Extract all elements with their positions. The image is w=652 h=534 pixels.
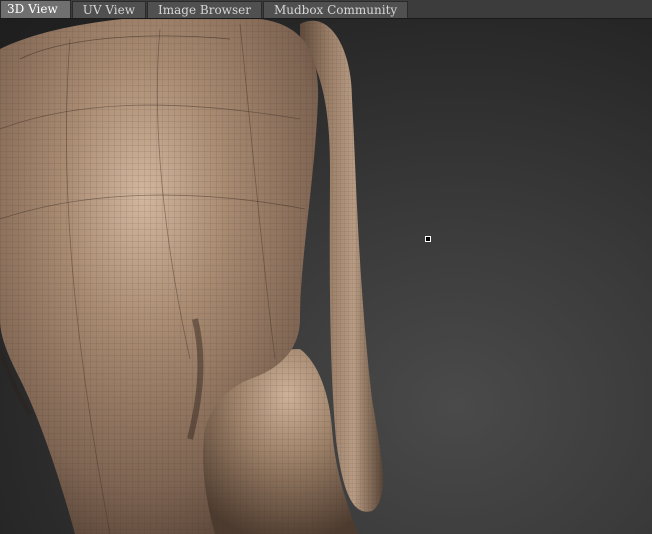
sculpt-model (0, 19, 383, 534)
mudbox-window: 3D View UV View Image Browser Mudbox Com… (0, 0, 652, 534)
tab-3d-view[interactable]: 3D View (0, 0, 71, 18)
tab-mudbox-community[interactable]: Mudbox Community (262, 1, 409, 18)
view-tab-bar: 3D View UV View Image Browser Mudbox Com… (0, 0, 652, 19)
3d-viewport[interactable] (0, 19, 652, 534)
tab-uv-view[interactable]: UV View (71, 1, 147, 18)
cursor-marker (425, 236, 431, 242)
tab-image-browser[interactable]: Image Browser (147, 1, 262, 18)
